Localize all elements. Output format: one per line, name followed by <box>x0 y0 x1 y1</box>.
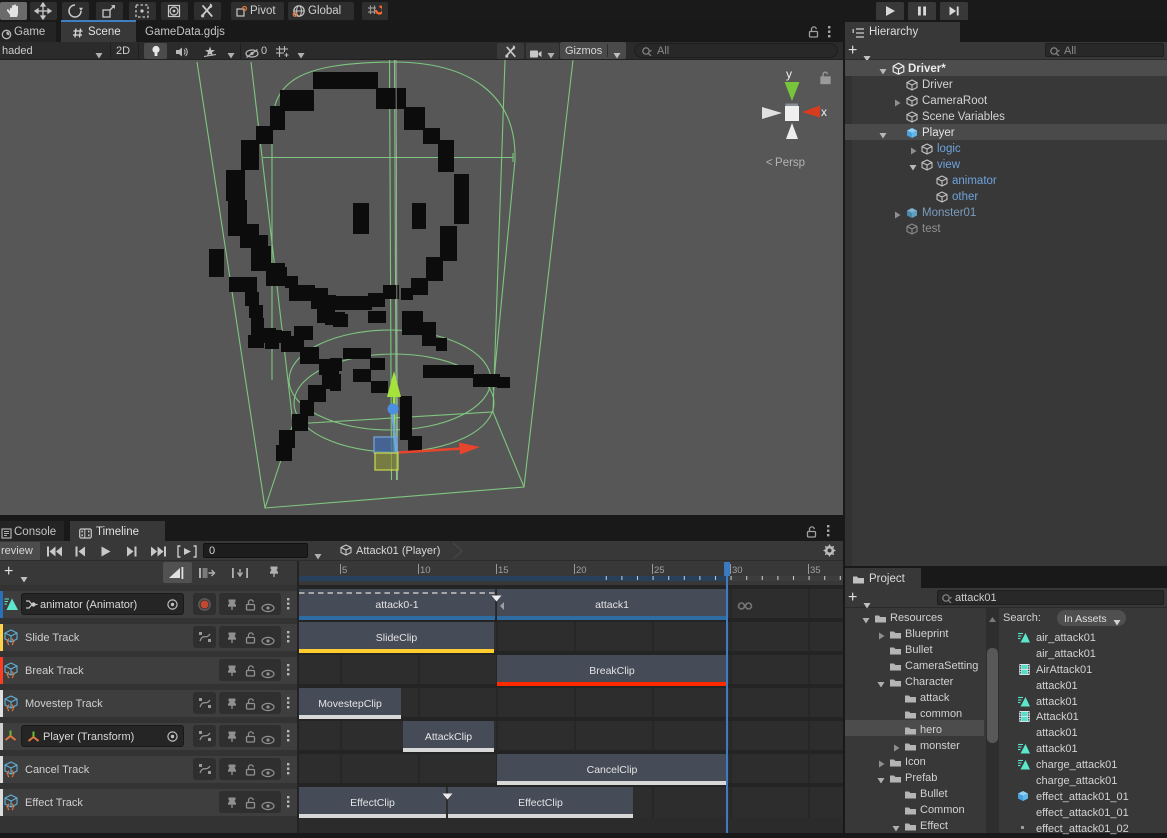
svg-text:y: y <box>786 67 792 81</box>
svg-text:< Persp: < Persp <box>766 157 805 169</box>
svg-text:x: x <box>821 105 827 119</box>
